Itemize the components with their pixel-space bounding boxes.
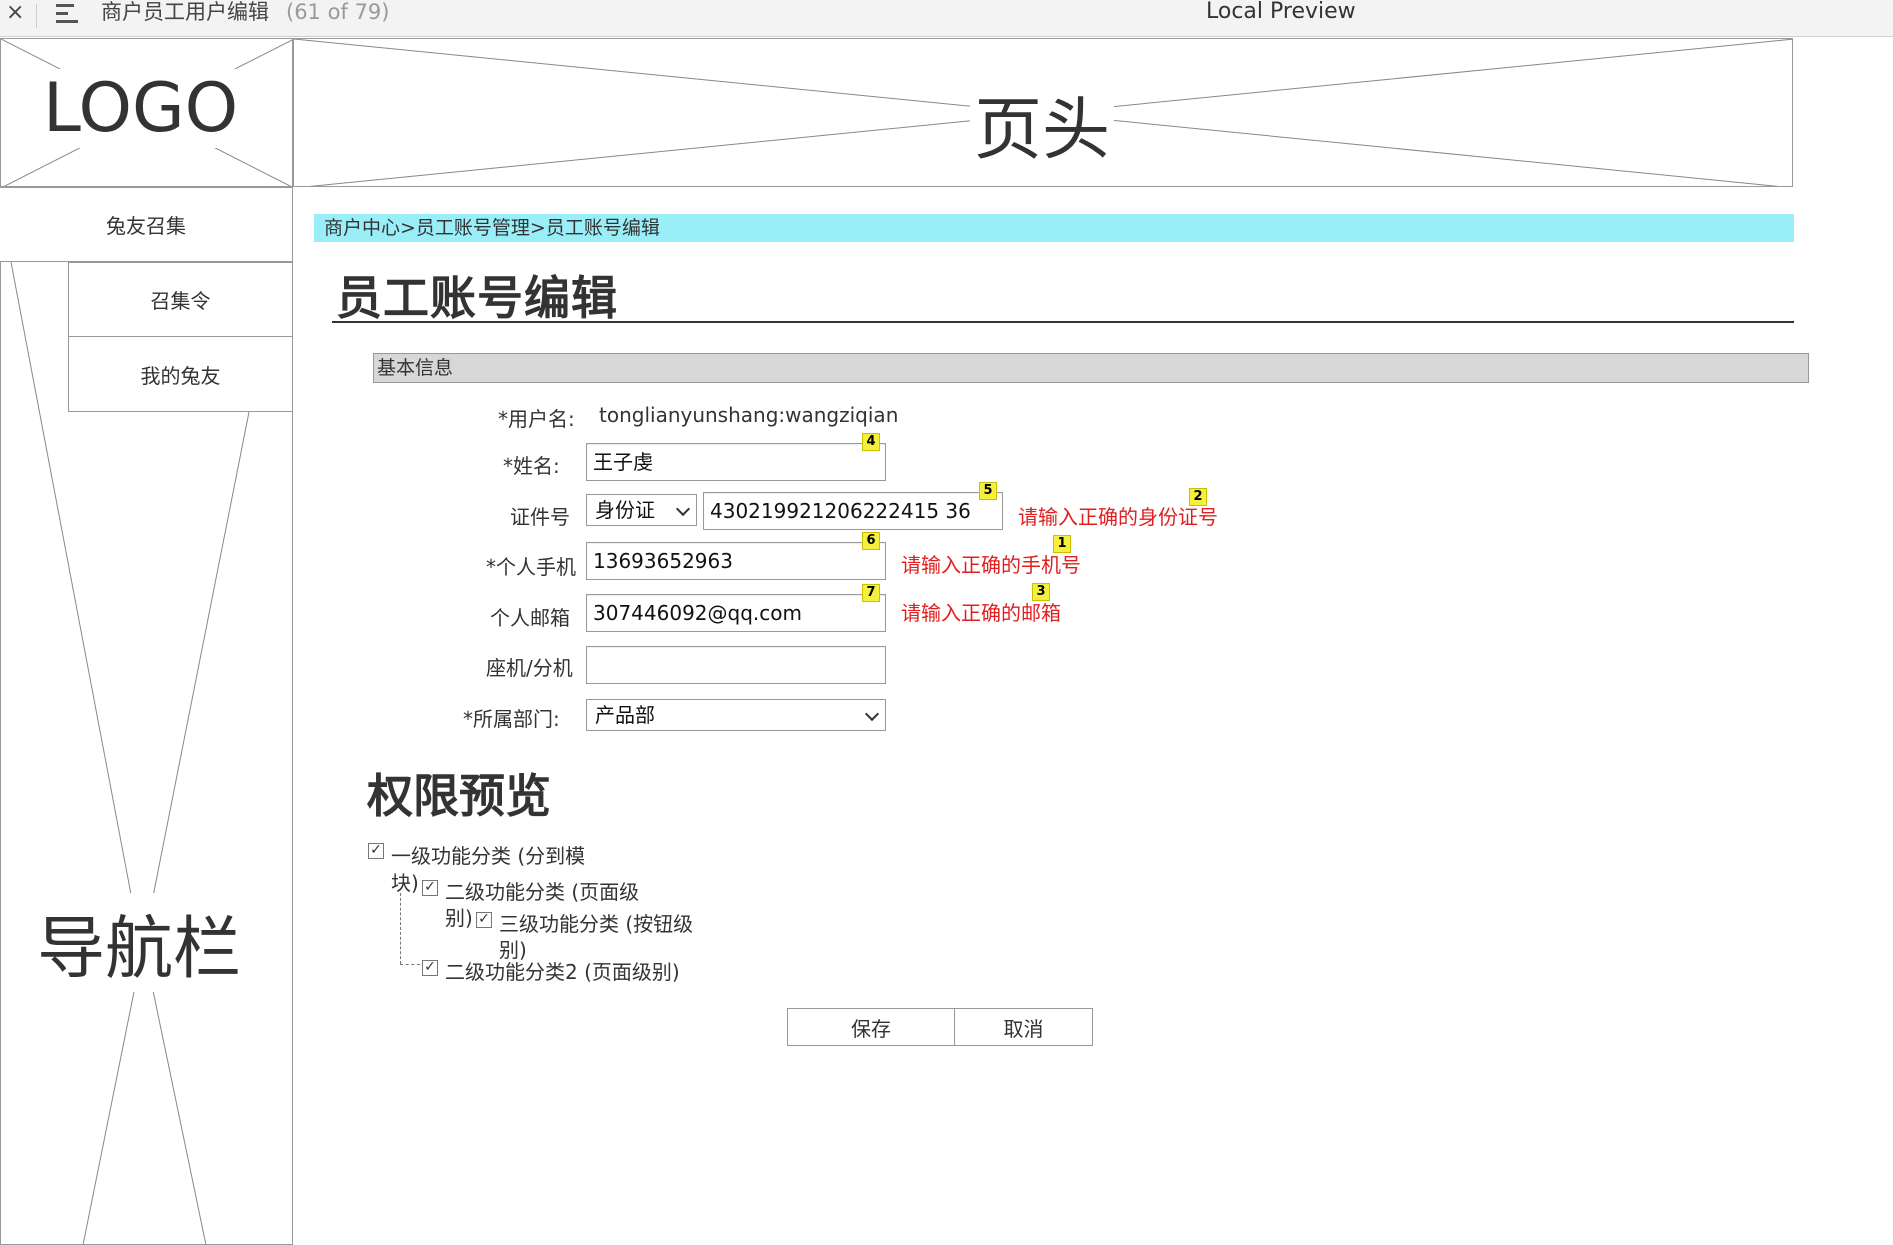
nav-placeholder-text: 导航栏 [35,893,244,992]
title-divider [332,321,1794,323]
id-number-field[interactable]: 430219921206222415 36 [703,492,1003,530]
username-value: tonglianyunshang:wangziqian [599,403,899,427]
id-type-select[interactable]: 身份证 [586,494,697,526]
annotation-badge: 6 [862,532,880,550]
cancel-label: 取消 [1003,1016,1044,1041]
checkbox-level1[interactable]: ✓ [368,843,384,859]
username-label: *用户名: [498,407,575,431]
page-counter: (61 of 79) [286,0,390,24]
close-icon[interactable]: × [6,0,24,26]
chevron-down-icon [675,501,691,517]
level1-label: 一级功能分类 (分到模 [391,844,586,868]
save-label: 保存 [851,1016,891,1041]
section-header-basic-info: 基本信息 [373,353,1809,383]
checkbox-level3[interactable]: ✓ [476,912,492,928]
name-field[interactable]: 王子虔 [586,443,886,481]
email-field[interactable]: 307446092@qq.com [586,594,886,632]
checkbox-level2[interactable]: ✓ [422,880,438,896]
id-error-message: 请输入正确的身份证号 [1018,505,1218,529]
landline-label: 座机/分机 [486,656,573,680]
annotation-badge: 3 [1032,583,1050,601]
header-placeholder: 页头 [293,38,1793,187]
email-error-message: 请输入正确的邮箱 [901,601,1061,625]
department-value: 产品部 [595,703,655,727]
annotation-badge: 1 [1053,535,1071,553]
document-title: 商户员工用户编辑 [101,0,269,24]
toolbar-divider [36,4,37,28]
mobile-label: *个人手机 [486,555,576,579]
level2b-label: 二级功能分类2 (页面级别) [445,960,680,984]
department-select[interactable]: 产品部 [586,699,886,731]
annotation-badge: 5 [979,482,997,500]
nav-item-rabbit-recruit[interactable]: 兔友召集 [0,187,293,262]
email-label: 个人邮箱 [490,606,570,630]
annotation-badge: 7 [862,584,880,602]
annotation-badge: 2 [1189,488,1207,506]
annotation-badge: 4 [862,433,880,451]
menu-icon[interactable] [56,4,78,24]
nav-item-label: 我的兔友 [140,363,221,388]
nav-item-label: 召集令 [150,289,211,313]
chevron-down-icon [864,706,880,722]
department-label: *所属部门: [463,707,560,731]
name-label: *姓名: [503,454,560,478]
breadcrumb: 商户中心>员工账号管理>员工账号编辑 [314,214,1794,242]
level2-label: 二级功能分类 (页面级 [445,880,640,904]
tree-connector [400,964,420,965]
viewer-toolbar: × 商户员工用户编辑 (61 of 79) Local Preview [0,0,1893,37]
id-label: 证件号 [510,505,570,529]
mobile-error-message: 请输入正确的手机号 [901,553,1081,577]
level3-label: 三级功能分类 (按钮级 [499,912,694,936]
nav-item-my-friends[interactable]: 我的兔友 [68,337,293,412]
level2-label-cont: 别) [445,906,473,930]
level1-label-cont: 块) [391,871,419,895]
nav-item-label: 兔友召集 [106,214,186,238]
tree-connector [400,893,401,964]
checkbox-level2-b[interactable]: ✓ [422,960,438,976]
logo-placeholder: LOGO [0,38,293,187]
header-text: 页头 [970,74,1115,173]
cancel-button[interactable]: 取消 [954,1008,1093,1046]
mobile-field[interactable]: 13693652963 [586,542,886,580]
id-type-value: 身份证 [595,498,655,522]
page-title: 员工账号编辑 [336,271,618,325]
preview-label: Local Preview [1206,0,1356,24]
nav-item-summons[interactable]: 召集令 [68,262,293,337]
logo-text: LOGO [41,69,241,148]
permissions-title: 权限预览 [367,769,551,823]
landline-field[interactable] [586,646,886,684]
save-button[interactable]: 保存 [787,1008,955,1046]
